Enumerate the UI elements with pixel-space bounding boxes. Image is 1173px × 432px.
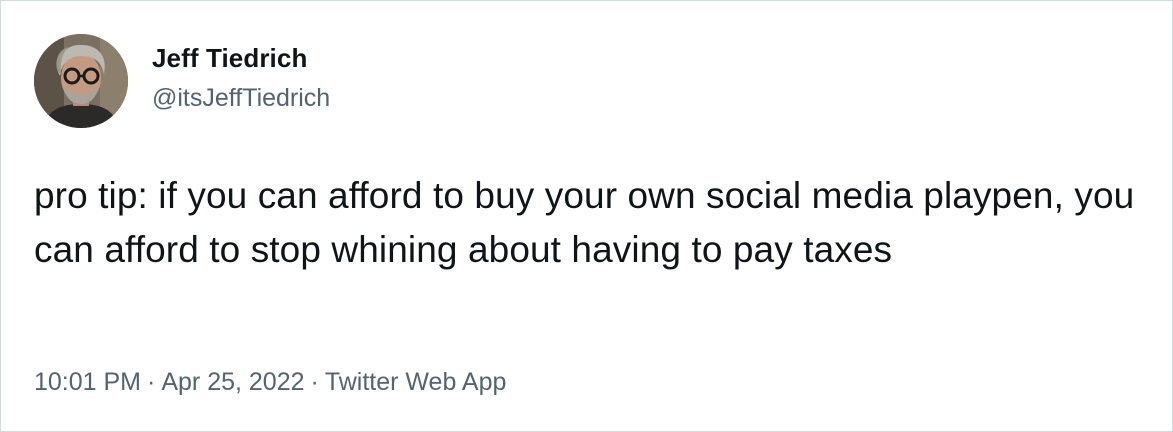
tweet-time[interactable]: 10:01 PM <box>34 368 141 396</box>
author-info: Jeff Tiedrich @itsJeffTiedrich <box>152 41 330 115</box>
profile-photo-icon <box>34 34 128 128</box>
tweet-card: Jeff Tiedrich @itsJeffTiedrich pro tip: … <box>0 0 1173 432</box>
tweet-date[interactable]: Apr 25, 2022 <box>161 368 304 396</box>
tweet-source[interactable]: Twitter Web App <box>325 368 507 396</box>
tweet-text: pro tip: if you can afford to buy your o… <box>34 175 1135 270</box>
meta-separator: · <box>310 368 319 396</box>
author-handle[interactable]: @itsJeffTiedrich <box>152 81 330 115</box>
tweet-metadata: 10:01 PM · Apr 25, 2022 · Twitter Web App <box>34 365 506 399</box>
author-display-name[interactable]: Jeff Tiedrich <box>152 41 330 75</box>
meta-separator: · <box>147 368 156 396</box>
avatar[interactable] <box>34 34 128 128</box>
